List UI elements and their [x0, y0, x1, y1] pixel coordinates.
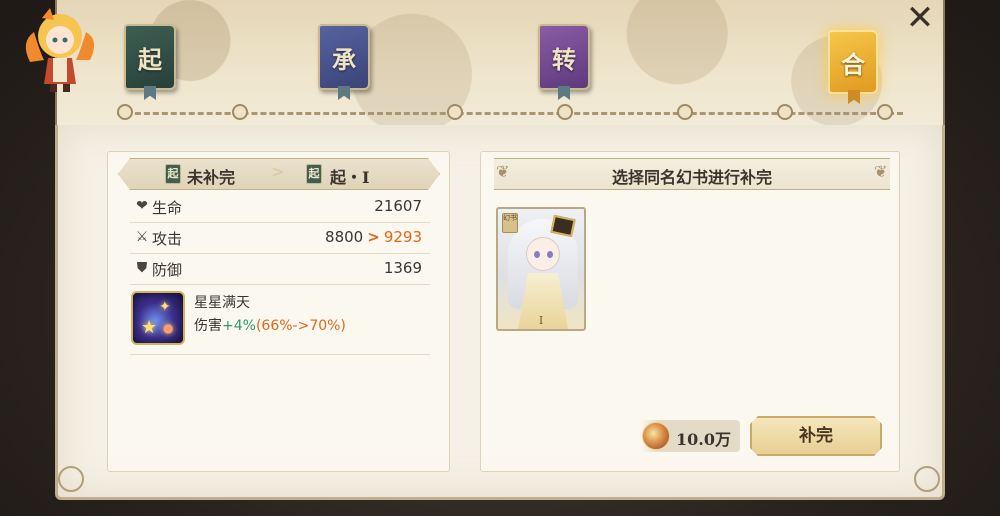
stat-label: 生命	[152, 199, 183, 217]
material-card[interactable]: 幻书 I	[496, 207, 586, 331]
book-stage-3[interactable]: 转	[538, 24, 590, 100]
waypoint	[877, 104, 893, 120]
book-icon: 起	[306, 164, 322, 184]
heart-icon: ❤	[136, 198, 148, 214]
stat-value: 1369	[383, 259, 422, 277]
star-icon: ★	[141, 317, 158, 338]
stat-value-group: 8800 >9293	[325, 228, 422, 246]
corner-ornament	[914, 466, 940, 492]
book-stage-1[interactable]: 起	[124, 24, 176, 100]
star-icon: ●	[163, 321, 174, 335]
shield-icon: ⛊	[136, 260, 148, 276]
select-title: 选择同名幻书进行补完	[611, 168, 772, 187]
corner-ornament	[58, 466, 84, 492]
coin-icon	[642, 422, 670, 450]
skill-description: 伤害+4%(66%->70%)	[194, 315, 346, 335]
increase-arrow-icon: >	[367, 228, 380, 246]
book-stage-2[interactable]: 承	[318, 24, 370, 100]
skill-range: (66%->70%)	[255, 318, 346, 334]
progress-map	[55, 0, 945, 135]
stat-label: 防御	[152, 261, 183, 279]
arrow-right-icon: >	[271, 162, 285, 181]
book-glyph: 合	[841, 49, 865, 79]
waypoint	[232, 104, 248, 120]
stat-row-defense: ⛊ 防御 1369	[130, 255, 430, 285]
chibi-avatar	[25, 8, 95, 92]
sword-icon: ⚔	[135, 229, 149, 245]
card-badge: 幻书	[502, 213, 518, 233]
waypoint	[117, 104, 133, 120]
waypoint	[777, 104, 793, 120]
card-art	[547, 251, 553, 258]
book-glyph: 转	[552, 44, 576, 74]
stat-label: 攻击	[152, 230, 183, 248]
stat-row-attack: ⚔ 攻击 8800 >9293	[130, 224, 430, 254]
book-glyph: 承	[332, 44, 356, 74]
waypoint	[447, 104, 463, 120]
skill-bonus: +4%	[222, 318, 256, 334]
divider	[130, 354, 430, 355]
next-tier: 起・I	[330, 168, 370, 187]
complete-button[interactable]: 补完	[750, 416, 882, 456]
star-icon: ✦	[159, 299, 171, 315]
book-stage-4[interactable]: 合	[828, 30, 878, 104]
stat-new-value: 9293	[383, 228, 422, 246]
card-art	[534, 251, 540, 258]
skill-name: 星星满天	[194, 295, 250, 311]
select-title-banner: ❦ ❦ 选择同名幻书进行补完	[494, 158, 890, 190]
waypoint	[677, 104, 693, 120]
stat-value: 21607	[374, 197, 422, 215]
waypoint	[557, 104, 573, 120]
card-art	[526, 237, 560, 271]
stat-row-hp: ❤ 生命 21607	[130, 193, 430, 223]
close-icon[interactable]: ✕	[900, 0, 940, 36]
skill-desc-prefix: 伤害	[194, 318, 222, 334]
skill-icon[interactable]: ★ ✦ ●	[131, 291, 185, 345]
card-level: I	[538, 314, 544, 327]
book-glyph: 起	[138, 44, 162, 74]
cost-amount: 10.0万	[676, 430, 731, 449]
current-tier: 未补完	[187, 168, 236, 187]
book-icon: 起	[165, 164, 181, 184]
stat-value: 8800	[325, 228, 364, 246]
